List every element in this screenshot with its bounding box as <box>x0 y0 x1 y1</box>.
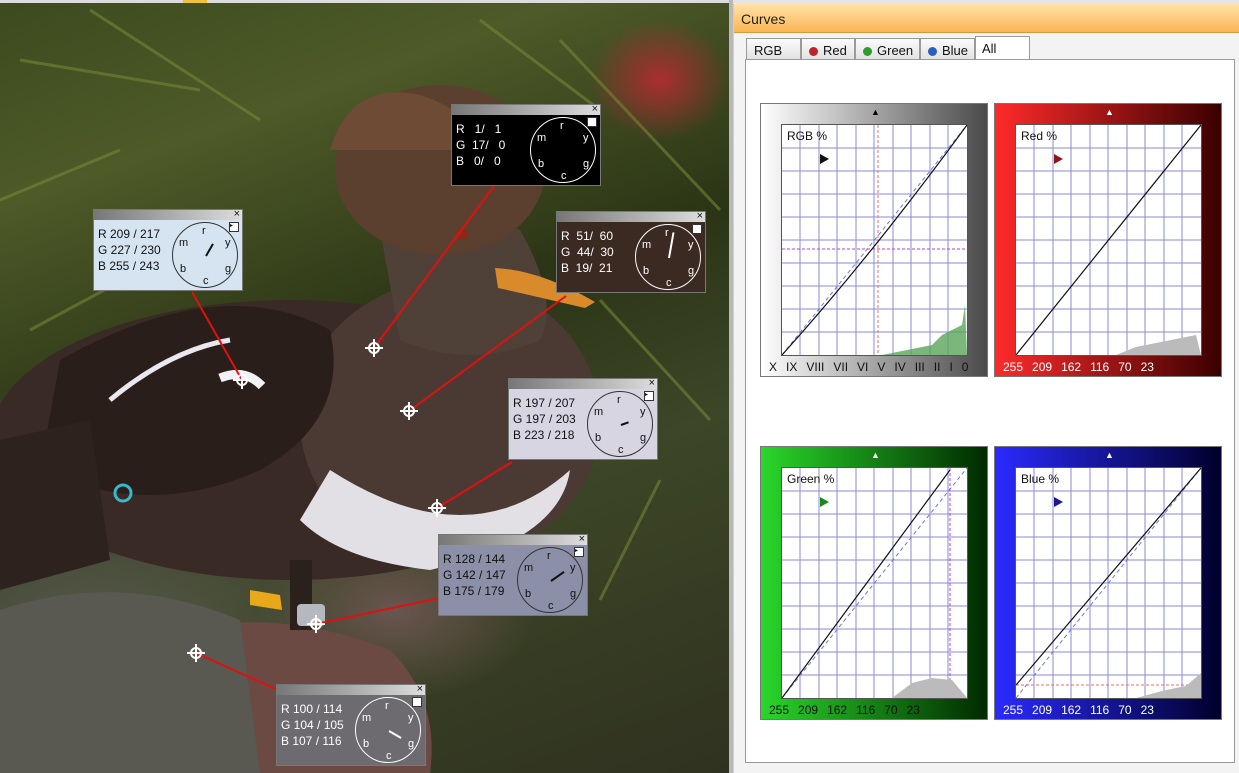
graph-label: RGB % <box>787 129 828 143</box>
tab-blue[interactable]: Blue <box>920 38 975 60</box>
rgb-readout: R 128 / 144 G 142 / 147 B 175 / 179 <box>443 552 506 598</box>
dial-hand <box>205 243 214 257</box>
marker-icon[interactable] <box>1054 497 1063 507</box>
rgb-readout: R 209 / 217 G 227 / 230 B 255 / 243 <box>98 227 161 273</box>
menu-icon[interactable]: ▸ <box>412 697 422 707</box>
top-handle-icon[interactable]: ▲ <box>1105 107 1114 117</box>
green-curve-plot[interactable]: Green % <box>781 467 968 699</box>
close-icon[interactable]: × <box>649 377 655 389</box>
sampler-target[interactable] <box>233 371 251 389</box>
green-curve-svg <box>782 468 967 698</box>
color-readout-popup[interactable]: × R 128 / 144 G 142 / 147 B 175 / 179 ry… <box>438 533 588 616</box>
top-handle-icon[interactable]: ▲ <box>1105 450 1114 460</box>
rgb-readout: R 1/ 1 G 17/ 0 B 0/ 0 <box>456 122 506 168</box>
close-icon[interactable]: × <box>697 210 703 222</box>
value-scale: 255 209 162 116 70 23 <box>769 703 920 717</box>
red-curve-plot[interactable]: Red % <box>1015 124 1202 356</box>
marker-icon[interactable] <box>820 154 829 164</box>
rgb-curve-panel: ▲ RGB % X IX VIII VII VI V IV III II I 0 <box>760 103 988 377</box>
sampler-target[interactable] <box>187 644 205 662</box>
top-handle-icon[interactable]: ▲ <box>871 450 880 460</box>
menu-icon[interactable]: ▸ <box>229 222 239 232</box>
rgb-curve-plot[interactable]: RGB % <box>781 124 968 356</box>
tab-rgb[interactable]: RGB <box>746 38 801 60</box>
graph-label: Green % <box>787 472 835 486</box>
tab-panel: ▲ RGB % XIXVIIIVIIVIVIVIIIIII0 <box>745 59 1235 763</box>
dial-hand <box>620 421 629 426</box>
rgb-readout: R 100 / 114 G 104 / 105 B 107 / 116 <box>281 702 344 748</box>
red-dot-icon <box>809 47 818 56</box>
rgb-curve-svg <box>782 125 967 355</box>
tab-red[interactable]: Red <box>801 38 855 60</box>
popup-titlebar[interactable] <box>557 212 705 222</box>
popup-titlebar[interactable] <box>439 535 587 545</box>
blue-curve-svg <box>1016 468 1201 698</box>
marker-icon[interactable] <box>1054 154 1063 164</box>
tab-green[interactable]: Green <box>855 38 920 60</box>
sampler-target[interactable] <box>400 402 418 420</box>
graph-label: Red % <box>1021 129 1058 143</box>
menu-icon[interactable]: ▸ <box>692 224 702 234</box>
zone-scale: X IX VIII VII VI V IV III II I 0 <box>769 360 969 374</box>
red-curve-panel: ▲ Red % 255 209 162 116 70 23 <box>994 103 1222 377</box>
sampler-target[interactable] <box>428 499 446 517</box>
value-scale: 255 209 162 116 70 23 <box>1003 703 1154 717</box>
blue-curve-panel: ▲ Blue % 255 209 162 116 70 23 <box>994 446 1222 720</box>
close-icon[interactable]: × <box>579 533 585 545</box>
graph-label: Blue % <box>1021 472 1060 486</box>
dial-hand <box>550 571 565 582</box>
green-curve-panel: ▲ Green % 255 209 162 116 70 23 <box>760 446 988 720</box>
curves-window: Curves RGB Red Green Blue All ▲ RGB % X … <box>733 4 1239 773</box>
rgb-readout: R 51/ 60 G 44/ 30 B 19/ 21 <box>561 229 614 275</box>
value-scale: 255 209 162 116 70 23 <box>1003 360 1154 374</box>
color-readout-popup[interactable]: × R 209 / 217 G 227 / 230 B 255 / 243 ry… <box>93 208 243 291</box>
blue-curve-plot[interactable]: Blue % <box>1015 467 1202 699</box>
window-title: Curves <box>741 11 786 27</box>
red-curve-svg <box>1016 125 1201 355</box>
color-readout-popup[interactable]: × R 1/ 1 G 17/ 0 B 0/ 0 rygcbm ▸ <box>451 103 601 186</box>
marker-icon[interactable] <box>820 497 829 507</box>
sampler-target[interactable] <box>365 339 383 357</box>
menu-icon[interactable]: ▸ <box>644 391 654 401</box>
popup-titlebar[interactable] <box>94 210 242 220</box>
close-icon[interactable]: × <box>234 208 240 220</box>
menu-icon[interactable]: ▸ <box>587 117 597 127</box>
dial-hand <box>388 730 402 739</box>
color-readout-popup[interactable]: × R 100 / 114 G 104 / 105 B 107 / 116 ry… <box>276 683 426 766</box>
close-icon[interactable]: × <box>417 683 423 695</box>
popup-titlebar[interactable] <box>277 685 425 695</box>
menu-icon[interactable]: ▸ <box>574 547 584 557</box>
color-readout-popup[interactable]: × R 197 / 207 G 197 / 203 B 223 / 218 ry… <box>508 377 658 460</box>
popup-titlebar[interactable] <box>452 105 600 115</box>
tab-all[interactable]: All <box>975 36 1030 60</box>
sampler-target[interactable] <box>307 615 325 633</box>
color-readout-popup[interactable]: × R 51/ 60 G 44/ 30 B 19/ 21 rygcbm ▸ <box>556 210 706 293</box>
top-handle-icon[interactable]: ▲ <box>871 107 880 117</box>
photo-canvas[interactable]: × R 1/ 1 G 17/ 0 B 0/ 0 rygcbm ▸ × R 209… <box>0 0 729 773</box>
close-icon[interactable]: × <box>592 103 598 115</box>
green-dot-icon <box>863 47 872 56</box>
popup-titlebar[interactable] <box>509 379 657 389</box>
curves-titlebar[interactable]: Curves <box>734 4 1239 33</box>
rgb-readout: R 197 / 207 G 197 / 203 B 223 / 218 <box>513 396 576 442</box>
blue-dot-icon <box>928 47 937 56</box>
